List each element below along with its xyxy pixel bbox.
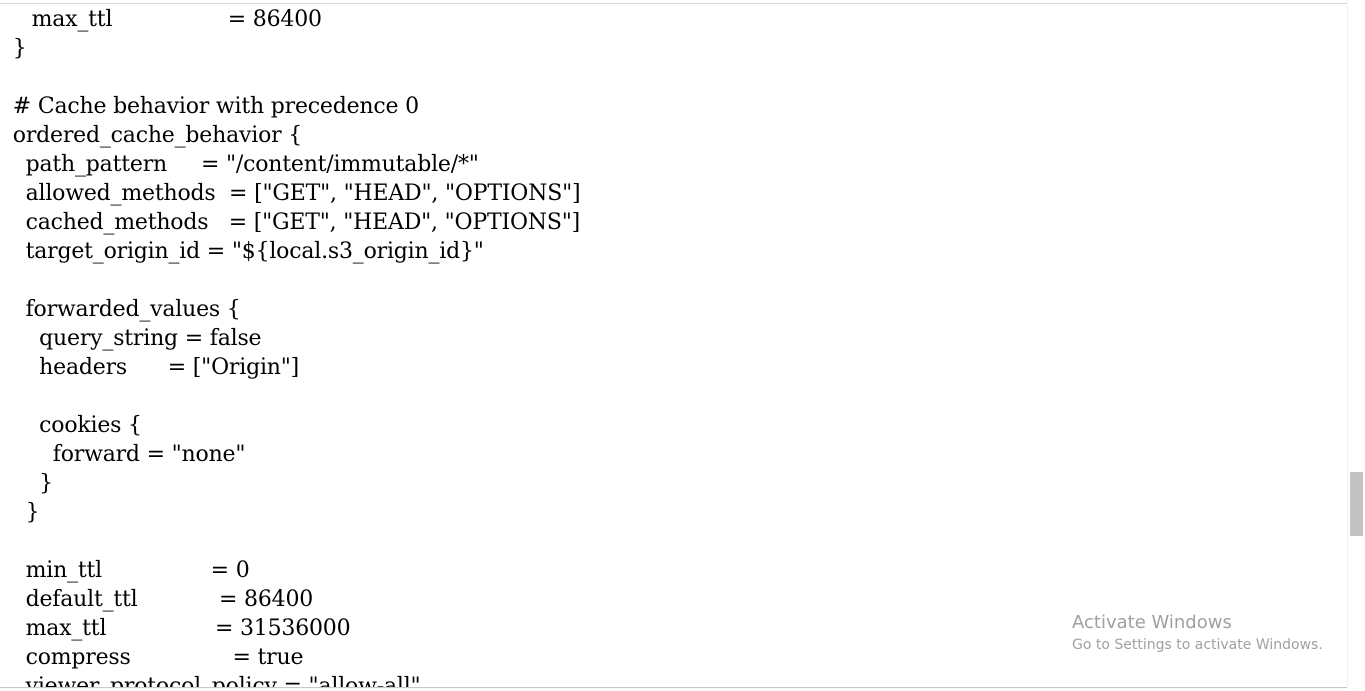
code-line: compress = true [12, 645, 304, 670]
editor-bottom-border [0, 687, 1348, 691]
watermark-subtitle: Go to Settings to activate Windows. [1072, 637, 1323, 653]
code-line: } [12, 500, 40, 525]
editor-top-border [0, 0, 1348, 4]
code-line: default_ttl = 86400 [12, 587, 314, 612]
code-line: headers = ["Origin"] [12, 355, 300, 380]
code-line: path_pattern = "/content/immutable/*" [12, 152, 479, 177]
vertical-scrollbar[interactable] [1347, 0, 1365, 690]
scrollbar-thumb[interactable] [1350, 472, 1363, 536]
code-line: max_ttl = 86400 [18, 7, 322, 32]
code-line: } [6, 36, 27, 61]
code-line: forward = "none" [12, 442, 246, 467]
code-line: cookies { [12, 413, 142, 438]
code-line: cached_methods = ["GET", "HEAD", "OPTION… [12, 210, 581, 235]
code-line: } [12, 471, 53, 496]
activate-windows-watermark: Activate Windows Go to Settings to activ… [1072, 611, 1323, 655]
code-line: forwarded_values { [12, 297, 241, 322]
code-line: ordered_cache_behavior { [6, 123, 303, 148]
code-line: # Cache behavior with precedence 0 [6, 94, 419, 119]
code-line: max_ttl = 31536000 [12, 616, 351, 641]
code-line: target_origin_id = "${local.s3_origin_id… [12, 239, 484, 264]
code-line: allowed_methods = ["GET", "HEAD", "OPTIO… [12, 181, 581, 206]
code-line: min_ttl = 0 [12, 558, 250, 583]
watermark-title: Activate Windows [1072, 612, 1232, 633]
code-line: query_string = false [12, 326, 262, 351]
code-editor[interactable]: max_ttl = 86400 } # Cache behavior with … [0, 0, 1348, 690]
